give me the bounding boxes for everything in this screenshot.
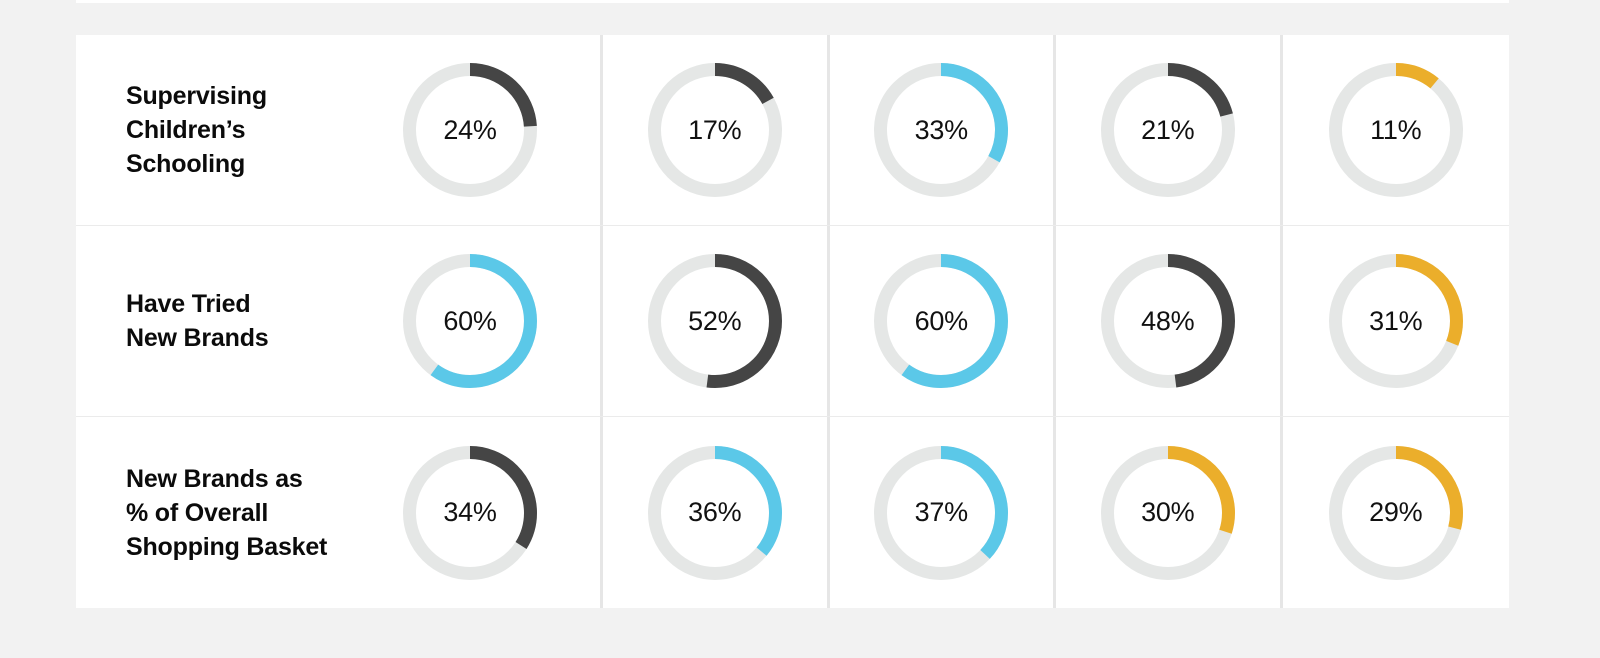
metric-cell: Supervising Children’s Schooling 24% [76,35,603,225]
metric-cell: 33% [830,35,1056,225]
metric-cell: Have Tried New Brands 60% [76,226,603,416]
metric-row-label: New Brands as % of Overall Shopping Bask… [126,464,328,561]
donut-chart: 60% [874,254,1009,388]
metric-cell: 36% [603,417,830,608]
metrics-card: Supervising Children’s Schooling 24% 17% 33… [76,35,1509,608]
donut-value-label: 24% [443,114,497,145]
donut-chart: 33% [874,63,1009,197]
metric-cell: 37% [830,417,1056,608]
donut-chart: 60% [403,254,537,388]
donut-value-label: 21% [1141,114,1195,145]
donut-chart: 11% [1328,63,1463,197]
donut-chart: 31% [1328,254,1463,388]
metric-cell: 31% [1283,226,1510,416]
donut-value-label: 37% [914,497,968,527]
metric-cell: 11% [1283,35,1510,225]
donut-chart: 29% [1328,445,1463,580]
metric-cell: 17% [603,35,830,225]
metric-cell: 30% [1056,417,1283,608]
donut-value-label: 34% [443,497,497,527]
donut-chart: 21% [1100,63,1235,197]
metric-cell: 60% [830,226,1056,416]
metric-cell: New Brands as % of Overall Shopping Bask… [76,417,603,608]
metric-cell: 48% [1056,226,1283,416]
donut-value-label: 17% [688,114,742,145]
donut-chart: 48% [1100,254,1235,388]
metric-row-label: Supervising Children’s Schooling [126,82,267,178]
donut-chart: 17% [647,63,782,197]
metric-cell: 52% [603,226,830,416]
metric-cell: 21% [1056,35,1283,225]
metric-row: Have Tried New Brands 60% 52% 60% 48% 31% [76,226,1509,417]
donut-value-label: 30% [1141,497,1195,527]
donut-chart: 24% [403,63,537,197]
metric-row: Supervising Children’s Schooling 24% 17% 33… [76,35,1509,226]
donut-value-label: 48% [1141,305,1195,336]
metric-row-label: Have Tried New Brands [126,290,269,352]
donut-value-label: 11% [1370,114,1422,145]
donut-value-label: 60% [914,305,968,336]
previous-card-bottom-edge [76,0,1509,3]
donut-chart: 34% [403,445,537,580]
donut-value-label: 36% [688,497,742,527]
donut-chart: 36% [647,445,782,580]
donut-value-label: 52% [688,305,742,336]
metric-row: New Brands as % of Overall Shopping Bask… [76,417,1509,608]
metric-cell: 29% [1283,417,1510,608]
donut-value-label: 60% [443,305,497,336]
donut-chart: 52% [647,254,782,388]
donut-chart: 37% [874,445,1009,580]
donut-value-label: 29% [1369,497,1423,527]
donut-value-label: 31% [1369,305,1423,336]
donut-value-label: 33% [914,114,968,145]
donut-chart: 30% [1100,445,1235,580]
